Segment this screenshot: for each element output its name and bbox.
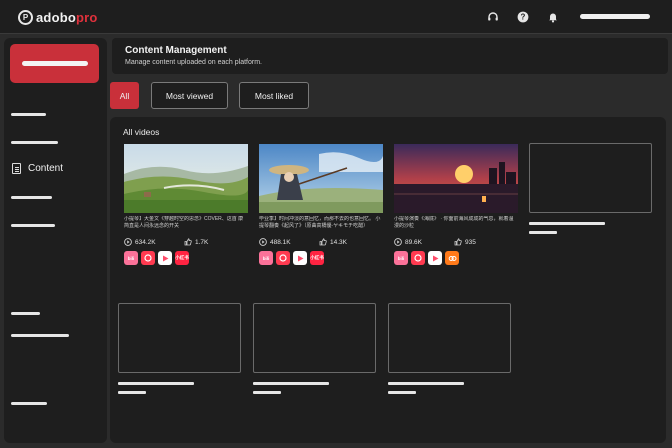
- video-card[interactable]: 毕业季】时间冲淡的意回忆，而那不去的也意回忆。 小提琴翻奏《起风了》（原曲高橋優…: [259, 144, 383, 265]
- filter-all[interactable]: All: [110, 82, 139, 109]
- svg-text:?: ?: [521, 13, 526, 22]
- sidebar-primary-button[interactable]: [10, 44, 99, 83]
- page-title: Content Management: [125, 45, 227, 56]
- sidebar: Content: [4, 38, 107, 443]
- likes-stat: 935: [454, 238, 514, 246]
- youtube-music-icon[interactable]: [158, 251, 172, 265]
- video-card[interactable]: 小提琴】大金文《穿越时空的思念》COVER、这首 康简直是人间永远念的开关 63…: [124, 144, 248, 265]
- thumbs-up-icon: [454, 238, 462, 246]
- views-count: 634.2K: [135, 238, 156, 246]
- likes-count: 935: [465, 238, 476, 246]
- kuaishou-icon[interactable]: [411, 251, 425, 265]
- videos-panel: All videos 小提琴】大金文《穿越时空的思念》COVER、这首 康简直是…: [110, 117, 666, 443]
- help-icon[interactable]: ?: [516, 10, 530, 24]
- placeholder-meta: [253, 391, 281, 394]
- bilibili-icon[interactable]: bili: [259, 251, 273, 265]
- logo-mark: P: [18, 9, 33, 25]
- video-caption: 小提琴演奏《海底》 · 你面前海风成成的气息，就着温漫的沙粒: [394, 216, 514, 229]
- views-stat: 89.6K: [394, 238, 454, 246]
- video-caption: 毕业季】时间冲淡的意回忆，而那不去的也意回忆。 小提琴翻奏《起风了》（原曲高橋優…: [259, 216, 381, 229]
- kuaishou-icon[interactable]: [276, 251, 290, 265]
- bell-icon[interactable]: [546, 10, 560, 24]
- filter-most-viewed[interactable]: Most viewed: [151, 82, 228, 109]
- bilibili-icon[interactable]: bili: [124, 251, 138, 265]
- video-thumbnail[interactable]: [259, 144, 383, 213]
- likes-stat: 1.7K: [184, 238, 244, 246]
- play-circle-icon: [124, 238, 132, 246]
- likes-stat: 14.3K: [319, 238, 379, 246]
- sidebar-item-content[interactable]: Content: [12, 163, 63, 174]
- user-menu[interactable]: [580, 14, 650, 19]
- top-bar: P adobopro ?: [0, 0, 672, 34]
- sidebar-item-4[interactable]: [11, 196, 52, 199]
- video-thumbnail[interactable]: [394, 144, 518, 213]
- video-placeholder: [118, 303, 241, 373]
- logo-text-accent: pro: [76, 9, 98, 25]
- sidebar-item-7[interactable]: [11, 334, 69, 337]
- thumbs-up-icon: [184, 238, 192, 246]
- sidebar-item-8[interactable]: [11, 402, 47, 405]
- thumbs-up-icon: [319, 238, 327, 246]
- placeholder-meta: [388, 391, 416, 394]
- placeholder-title: [388, 382, 464, 385]
- video-thumbnail[interactable]: [124, 144, 248, 213]
- logo-text-main: adobo: [36, 9, 76, 25]
- video-card[interactable]: 小提琴演奏《海底》 · 你面前海风成成的气息，就着温漫的沙粒 89.6K 935…: [394, 144, 518, 265]
- placeholder-title: [529, 222, 605, 225]
- likes-count: 1.7K: [195, 238, 209, 246]
- filter-most-liked[interactable]: Most liked: [239, 82, 309, 109]
- bilibili-icon[interactable]: bili: [394, 251, 408, 265]
- views-count: 488.1K: [270, 238, 291, 246]
- section-title: All videos: [123, 127, 160, 137]
- likes-count: 14.3K: [330, 238, 347, 246]
- sidebar-item-6[interactable]: [11, 312, 40, 315]
- video-placeholder: [388, 303, 511, 373]
- document-icon: [12, 163, 21, 174]
- brand-logo[interactable]: P adobopro: [18, 9, 98, 25]
- placeholder-title: [118, 382, 194, 385]
- youtube-music-icon[interactable]: [428, 251, 442, 265]
- play-circle-icon: [259, 238, 267, 246]
- views-stat: 634.2K: [124, 238, 184, 246]
- page-subtitle: Manage content uploaded on each platform…: [125, 59, 262, 66]
- video-placeholder: [253, 303, 376, 373]
- video-placeholder: [529, 143, 652, 213]
- headset-icon[interactable]: [486, 10, 500, 24]
- views-count: 89.6K: [405, 238, 422, 246]
- play-circle-icon: [394, 238, 402, 246]
- sidebar-item-5[interactable]: [11, 224, 55, 227]
- page-header: Content Management Manage content upload…: [112, 38, 668, 74]
- placeholder-meta: [118, 391, 146, 394]
- views-stat: 488.1K: [259, 238, 319, 246]
- sidebar-primary-button-label: [21, 61, 88, 66]
- placeholder-meta: [529, 231, 557, 234]
- sidebar-item-2[interactable]: [11, 141, 58, 144]
- placeholder-title: [253, 382, 329, 385]
- youtube-music-icon[interactable]: [293, 251, 307, 265]
- logo-text: adobopro: [36, 10, 98, 25]
- xiaohongshu-icon[interactable]: 小红书: [175, 251, 189, 265]
- xiaohongshu-icon[interactable]: 小红书: [310, 251, 324, 265]
- kuaishou-icon[interactable]: [141, 251, 155, 265]
- weibo-icon[interactable]: [445, 251, 459, 265]
- sidebar-item-content-label: Content: [28, 163, 64, 174]
- sidebar-item-1[interactable]: [11, 113, 46, 116]
- video-caption: 小提琴】大金文《穿越时空的思念》COVER、这首 康简直是人间永远念的开关: [124, 216, 244, 229]
